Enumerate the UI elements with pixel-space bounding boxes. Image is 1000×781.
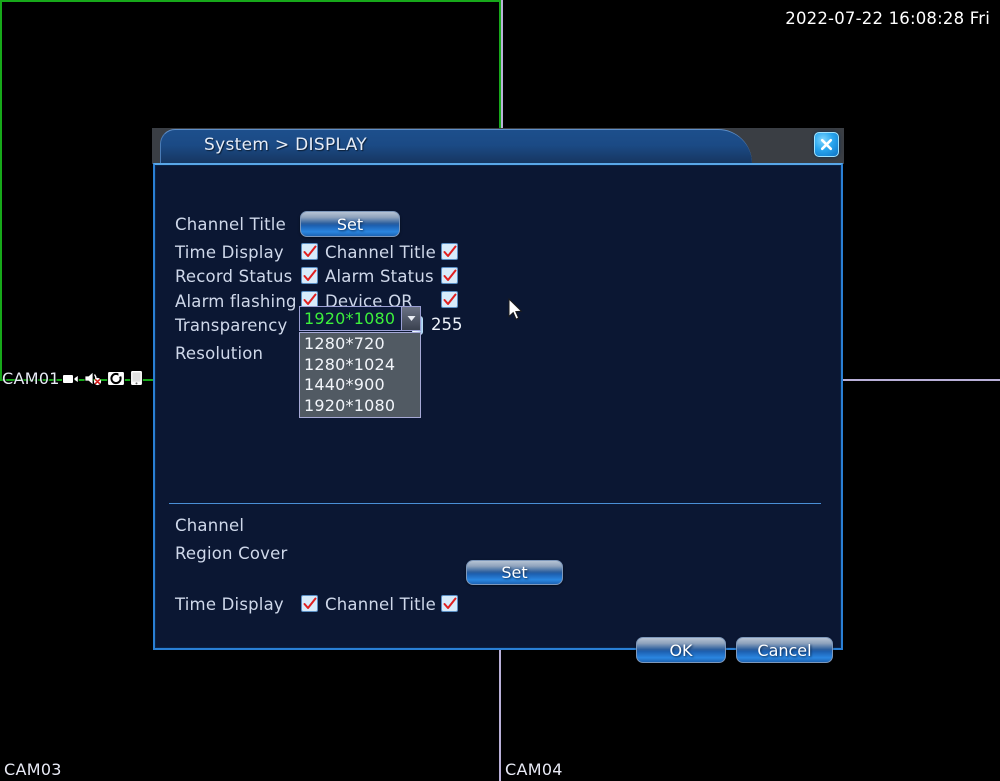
label-resolution: Resolution: [175, 344, 264, 363]
checkbox-channel-title[interactable]: [441, 243, 458, 260]
checkbox-record-status[interactable]: [301, 267, 318, 284]
label-time-display: Time Display: [175, 243, 284, 262]
resolution-option[interactable]: 1280*720: [300, 334, 420, 355]
datetime-overlay: 2022-07-22 16:08:28 Fri: [785, 9, 990, 28]
dialog-body: Channel Title Set Time Display Channel T…: [153, 163, 843, 663]
resolution-option[interactable]: 1440*900: [300, 375, 420, 396]
resolution-combobox[interactable]: 1920*1080: [299, 306, 421, 331]
ok-button[interactable]: OK: [636, 637, 726, 663]
resolution-value: 1920*1080: [304, 309, 396, 328]
section-divider: [169, 503, 821, 504]
label-transparency: Transparency: [175, 316, 288, 335]
resolution-dropdown-list[interactable]: 1280*720 1280*1024 1440*900 1920*1080: [299, 332, 421, 418]
checkbox-time-display[interactable]: [301, 243, 318, 260]
label-time-display-2: Time Display: [175, 595, 284, 614]
label-record-status: Record Status: [175, 267, 293, 286]
label-channel-title-3: Channel Title: [325, 595, 436, 614]
channel-title-set-button[interactable]: Set: [300, 211, 400, 237]
checkbox-channel-title-2[interactable]: [441, 595, 458, 612]
checkbox-alarm-status[interactable]: [441, 267, 458, 284]
camera-label-cam03: CAM03: [4, 760, 62, 779]
label-alarm-status: Alarm Status: [325, 267, 434, 286]
label-alarm-flashing: Alarm flashing: [175, 292, 297, 311]
video-camera-icon: [62, 371, 79, 390]
checkbox-device-qr[interactable]: [441, 291, 458, 308]
label-region-cover: Region Cover: [175, 544, 288, 563]
time-display-set-button[interactable]: Set: [466, 560, 563, 585]
checkbox-time-display-2[interactable]: [301, 595, 318, 612]
dvr-screen: 2022-07-22 16:08:28 Fri CAM01 CAM03 CAM0…: [0, 0, 1000, 781]
chevron-down-icon[interactable]: [401, 307, 420, 330]
camera-label-cam04: CAM04: [505, 760, 563, 779]
label-channel: Channel: [175, 516, 245, 535]
record-circle-icon: [107, 370, 125, 390]
display-settings-dialog: System > DISPLAY Channel Title Set Time …: [152, 128, 844, 663]
mouse-cursor: [508, 297, 524, 322]
transparency-value: 255: [431, 315, 463, 334]
cancel-button[interactable]: Cancel: [736, 637, 833, 663]
camera-status-icons-cam01: [62, 370, 143, 390]
muted-speaker-icon: [84, 370, 102, 390]
device-mobile-icon: [130, 370, 143, 390]
camera-label-cam01: CAM01: [2, 369, 60, 388]
label-channel-title-2: Channel Title: [325, 243, 436, 262]
dialog-title: System > DISPLAY: [204, 135, 367, 155]
resolution-option[interactable]: 1920*1080: [300, 396, 420, 417]
close-icon[interactable]: [814, 132, 839, 157]
dialog-titlebar: System > DISPLAY: [152, 128, 844, 164]
resolution-option[interactable]: 1280*1024: [300, 355, 420, 376]
label-channel-title: Channel Title: [175, 215, 286, 234]
